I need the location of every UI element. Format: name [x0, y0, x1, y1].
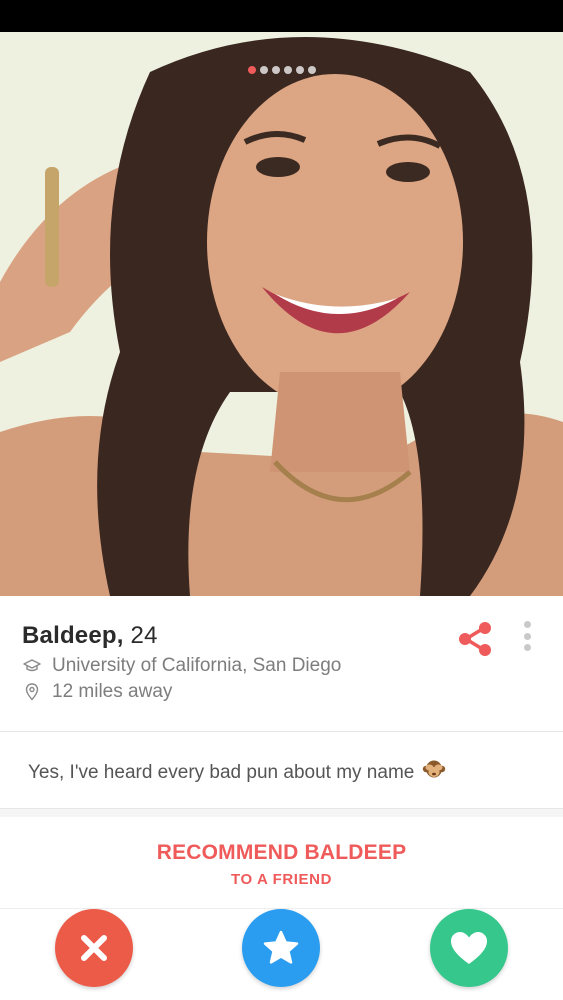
photo-dot[interactable] [307, 66, 316, 74]
photo-dot[interactable] [295, 66, 304, 74]
heart-icon [451, 932, 487, 964]
more-options-button[interactable] [516, 618, 538, 654]
profile-school: University of California, San Diego [52, 655, 342, 676]
nope-button[interactable] [55, 909, 133, 987]
photo-dot[interactable] [271, 66, 280, 74]
star-icon [263, 930, 299, 964]
super-like-button[interactable] [242, 909, 320, 987]
profile-photo[interactable] [0, 32, 563, 596]
graduation-cap-icon [22, 656, 42, 676]
see-no-evil-monkey-emoji [422, 759, 446, 787]
profile-school-row: University of California, San Diego [22, 655, 341, 677]
photo-dot[interactable] [283, 66, 292, 74]
action-bar [0, 909, 563, 1000]
recommend-label: RECOMMEND BALDEEP [156, 841, 407, 864]
photo-dot-active[interactable] [247, 66, 256, 74]
more-vertical-icon [523, 632, 531, 640]
profile-info: Baldeep, 24 University of California, Sa… [0, 596, 563, 732]
status-bar [0, 0, 563, 32]
like-button[interactable] [430, 909, 508, 987]
share-button[interactable] [456, 620, 494, 658]
profile-distance-row: 12 miles away [22, 681, 172, 703]
profile-bio: Yes, I've heard every bad pun about my n… [0, 732, 563, 809]
profile-age: 24 [130, 622, 158, 649]
profile-distance: 12 miles away [52, 681, 173, 702]
photo-pagination [0, 66, 563, 74]
bio-row: Yes, I've heard every bad pun about my n… [28, 759, 446, 787]
photo-dot[interactable] [259, 66, 268, 74]
profile-name: Baldeep, [22, 622, 124, 649]
more-vertical-icon [523, 621, 531, 628]
recommend-sublabel: TO A FRIEND [230, 871, 333, 888]
bio-text: Yes, I've heard every bad pun about my n… [28, 762, 415, 784]
profile-photo-image [0, 32, 563, 596]
close-icon [81, 935, 107, 961]
recommend-to-friend-button[interactable]: RECOMMEND BALDEEP TO A FRIEND [0, 809, 563, 909]
profile-name-age: Baldeep, 24 [22, 622, 158, 650]
share-icon [459, 622, 491, 656]
location-pin-icon [22, 682, 42, 702]
more-vertical-icon [523, 644, 531, 651]
